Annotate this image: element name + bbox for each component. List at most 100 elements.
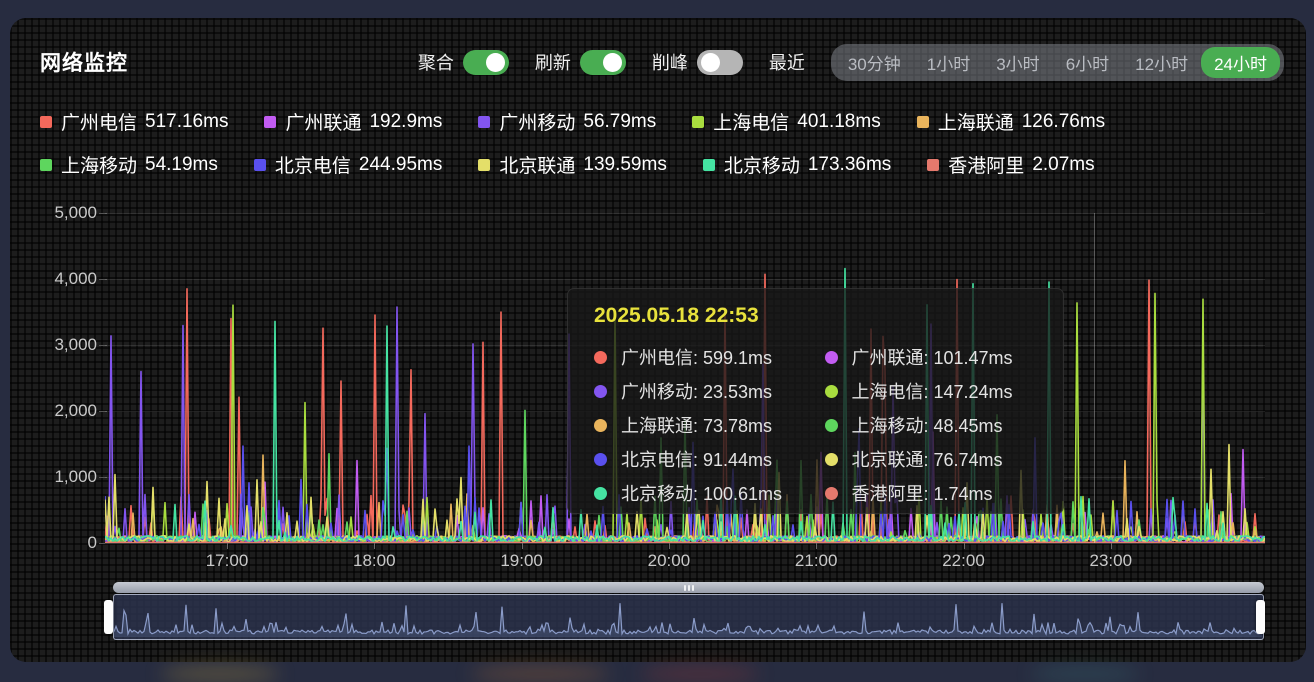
x-axis-label: 20:00 <box>648 551 691 571</box>
toggle-刷新: 刷新 <box>535 49 626 75</box>
legend-color-marker <box>927 159 939 171</box>
below-fold-glow <box>160 666 280 682</box>
chart-tooltip: 2025.05.18 22:53 广州电信: 599.1ms广州联通: 101.… <box>567 288 1064 514</box>
x-axis-tick <box>374 543 375 549</box>
legend-series-value: 126.76ms <box>1022 111 1105 133</box>
tooltip-item-上海联通: 上海联通: 73.78ms <box>594 412 811 438</box>
legend-series-value: 244.95ms <box>359 154 442 176</box>
recent-label: 最近 <box>769 49 805 75</box>
range-option-3小时[interactable]: 3小时 <box>983 47 1052 78</box>
tooltip-series-value: 广州电信: 599.1ms <box>621 344 772 370</box>
legend-series-name: 广州联通 <box>285 108 361 135</box>
tooltip-series-value: 北京电信: 91.44ms <box>621 446 772 472</box>
toggle-group: 聚合刷新削峰 <box>418 49 743 75</box>
legend-item-广州电信[interactable]: 广州电信517.16ms <box>40 108 228 135</box>
legend-item-上海移动[interactable]: 上海移动54.19ms <box>40 151 218 178</box>
legend-color-marker <box>917 116 929 128</box>
y-axis-label: 1,000 <box>17 467 97 487</box>
tooltip-item-香港阿里: 香港阿里: 1.74ms <box>825 480 1042 506</box>
range-option-24小时[interactable]: 24小时 <box>1201 47 1280 78</box>
x-axis-tick <box>1111 543 1112 549</box>
legend-item-北京联通[interactable]: 北京联通139.59ms <box>478 151 666 178</box>
tooltip-color-dot <box>825 351 838 364</box>
tooltip-series-value: 上海电信: 147.24ms <box>852 378 1013 404</box>
tooltip-series-value: 上海联通: 73.78ms <box>621 412 772 438</box>
toggle-knob <box>486 53 505 72</box>
datazoom-left-handle[interactable] <box>104 600 113 634</box>
range-option-6小时[interactable]: 6小时 <box>1053 47 1122 78</box>
toggle-switch[interactable] <box>463 50 509 75</box>
datazoom-scrollbar[interactable] <box>113 582 1264 593</box>
legend-color-marker <box>264 116 276 128</box>
tooltip-item-上海电信: 上海电信: 147.24ms <box>825 378 1042 404</box>
tooltip-color-dot <box>825 453 838 466</box>
tooltip-color-dot <box>825 487 838 500</box>
datazoom-right-handle[interactable] <box>1256 600 1265 634</box>
legend-series-name: 上海联通 <box>938 108 1014 135</box>
legend-item-北京电信[interactable]: 北京电信 244.95ms <box>254 151 442 178</box>
legend-series-name: 北京电信 <box>275 151 351 178</box>
tooltip-items: 广州电信: 599.1ms广州联通: 101.47ms广州移动: 23.53ms… <box>594 340 1041 510</box>
tooltip-series-value: 上海移动: 48.45ms <box>852 412 1003 438</box>
x-axis-tick <box>522 543 523 549</box>
legend-series-value: 401.18ms <box>797 111 880 133</box>
y-axis-label: 5,000 <box>17 203 97 223</box>
range-option-12小时[interactable]: 12小时 <box>1122 47 1201 78</box>
tooltip-color-dot <box>594 453 607 466</box>
legend-color-marker <box>478 116 490 128</box>
network-monitor-screen: 网络监控 聚合刷新削峰 最近 30分钟1小时3小时6小时12小时24小时 广州电… <box>0 0 1314 682</box>
page-title: 网络监控 <box>40 47 128 77</box>
toggle-knob <box>701 53 720 72</box>
x-axis-tick <box>964 543 965 549</box>
tooltip-timestamp: 2025.05.18 22:53 <box>594 304 1041 328</box>
legend-color-marker <box>254 159 266 171</box>
toggle-knob <box>603 53 622 72</box>
x-axis-label: 21:00 <box>795 551 838 571</box>
toggle-label: 削峰 <box>652 49 688 75</box>
tooltip-item-上海移动: 上海移动: 48.45ms <box>825 412 1042 438</box>
legend-item-广州移动[interactable]: 广州移动56.79ms <box>478 108 656 135</box>
legend-series-name: 广州电信 <box>61 108 137 135</box>
tooltip-item-北京移动: 北京移动: 100.61ms <box>594 480 811 506</box>
legend-series-value: 56.79ms <box>583 111 656 133</box>
legend-series-name: 上海电信 <box>713 108 789 135</box>
tooltip-series-value: 广州移动: 23.53ms <box>621 378 772 404</box>
x-axis-tick <box>227 543 228 549</box>
below-fold-glow <box>470 666 610 682</box>
legend-color-marker <box>40 116 52 128</box>
tooltip-color-dot <box>825 419 838 432</box>
header: 网络监控 聚合刷新削峰 最近 30分钟1小时3小时6小时12小时24小时 <box>10 44 1306 80</box>
tooltip-color-dot <box>594 419 607 432</box>
tooltip-color-dot <box>594 385 607 398</box>
toggle-switch[interactable] <box>580 50 626 75</box>
range-option-1小时[interactable]: 1小时 <box>914 47 983 78</box>
legend-item-北京移动[interactable]: 北京移动173.36ms <box>703 151 891 178</box>
scrollbar-grip-icon <box>684 585 686 591</box>
legend-item-上海联通[interactable]: 上海联通 126.76ms <box>917 108 1105 135</box>
legend-row: 上海移动54.19ms 北京电信 244.95ms 北京联通139.59ms 北京移动1… <box>40 151 1280 178</box>
range-option-30分钟[interactable]: 30分钟 <box>835 47 914 78</box>
tooltip-item-广州移动: 广州移动: 23.53ms <box>594 378 811 404</box>
tooltip-series-value: 北京移动: 100.61ms <box>621 480 782 506</box>
toggle-switch[interactable] <box>697 50 743 75</box>
legend-item-上海电信[interactable]: 上海电信 401.18ms <box>692 108 880 135</box>
x-axis-line <box>105 543 1265 544</box>
tooltip-color-dot <box>825 385 838 398</box>
legend-color-marker <box>40 159 52 171</box>
legend-series-name: 北京移动 <box>724 151 800 178</box>
legend-row: 广州电信517.16ms 广州联通 192.9ms 广州移动56.79ms 上海电信 40… <box>40 108 1280 135</box>
datazoom-track[interactable] <box>113 594 1264 640</box>
legend-series-name: 北京联通 <box>499 151 575 178</box>
legend-series-name: 上海移动 <box>61 151 137 178</box>
legend-item-广州联通[interactable]: 广州联通 192.9ms <box>264 108 442 135</box>
toggle-削峰: 削峰 <box>652 49 743 75</box>
tooltip-item-北京联通: 北京联通: 76.74ms <box>825 446 1042 472</box>
recent-group: 最近 <box>769 49 805 75</box>
y-axis-label: 2,000 <box>17 401 97 421</box>
tooltip-item-北京电信: 北京电信: 91.44ms <box>594 446 811 472</box>
legend-series-value: 192.9ms <box>369 111 442 133</box>
legend-color-marker <box>703 159 715 171</box>
time-range-selector: 30分钟1小时3小时6小时12小时24小时 <box>831 44 1284 81</box>
legend-color-marker <box>692 116 704 128</box>
legend-item-香港阿里[interactable]: 香港阿里2.07ms <box>927 151 1094 178</box>
